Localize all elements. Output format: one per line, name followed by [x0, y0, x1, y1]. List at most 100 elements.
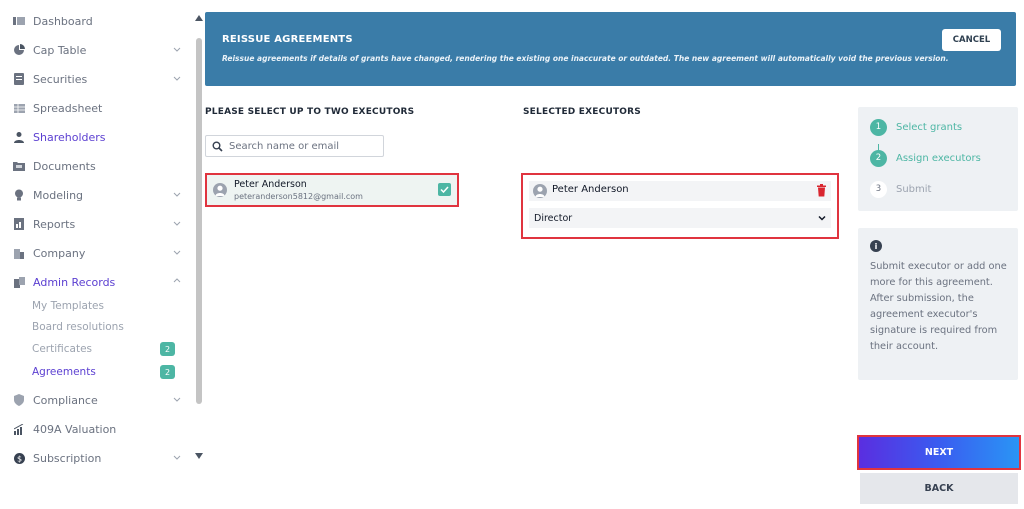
svg-text:$: $ — [16, 454, 21, 463]
building-icon — [12, 246, 26, 260]
chevron-down-icon — [173, 47, 181, 52]
pie-chart-icon — [12, 43, 26, 57]
selected-executor-card: Peter Anderson Director — [521, 173, 839, 239]
step-number: 1 — [870, 118, 887, 136]
role-select-value: Director — [534, 212, 573, 224]
sidebar-item-subscription[interactable]: $ Subscription — [12, 447, 190, 469]
avatar-icon — [213, 183, 227, 197]
chevron-down-icon — [173, 397, 181, 402]
info-panel: i Submit executor or add one more for th… — [858, 228, 1018, 380]
checkmark-icon — [440, 186, 449, 193]
valuation-icon — [12, 422, 26, 436]
scrollbar-thumb[interactable] — [196, 38, 202, 404]
records-icon — [12, 275, 26, 289]
app-root: Dashboard Cap Table Securities Spreadshe… — [0, 0, 1024, 509]
page-title: REISSUE AGREEMENTS — [222, 34, 353, 45]
sidebar-item-409a-valuation[interactable]: 409A Valuation — [12, 418, 190, 440]
avatar-icon — [533, 184, 547, 198]
step-assign-executors: 2 Assign executors — [870, 148, 981, 168]
sidebar-item-compliance[interactable]: Compliance — [12, 389, 190, 411]
dollar-icon: $ — [12, 451, 26, 465]
sidebar-item-label: Reports — [33, 217, 76, 231]
executor-email: peteranderson5812@gmail.com — [234, 192, 363, 201]
sidebar-item-label: Cap Table — [33, 43, 87, 57]
sidebar-scrollbar[interactable] — [196, 14, 202, 454]
chevron-down-icon — [818, 215, 826, 221]
report-icon — [12, 217, 26, 231]
sidebar-item-label: Shareholders — [33, 130, 106, 144]
sub-item-label: Certificates — [32, 343, 93, 355]
next-button[interactable]: NEXT — [857, 435, 1021, 470]
reissue-banner: REISSUE AGREEMENTS Reissue agreements if… — [205, 12, 1016, 86]
step-number: 3 — [870, 180, 887, 198]
trash-icon[interactable] — [816, 184, 827, 197]
sidebar-item-label: Dashboard — [33, 14, 93, 28]
document-icon — [12, 72, 26, 86]
executor-checkbox[interactable] — [438, 183, 451, 196]
person-icon — [12, 130, 26, 144]
sidebar-item-modeling[interactable]: Modeling — [12, 184, 190, 206]
sub-item-agreements[interactable]: Agreements 2 — [32, 363, 175, 381]
cancel-button[interactable]: CANCEL — [942, 29, 1001, 51]
search-field[interactable] — [205, 135, 384, 157]
sidebar-item-reports[interactable]: Reports — [12, 213, 190, 235]
sidebar-item-dashboard[interactable]: Dashboard — [12, 10, 190, 32]
select-executors-heading: PLEASE SELECT UP TO TWO EXECUTORS — [205, 107, 415, 117]
step-number: 2 — [870, 149, 887, 167]
sidebar-item-cap-table[interactable]: Cap Table — [12, 39, 190, 61]
sidebar-item-label: Company — [33, 246, 86, 260]
sidebar-item-label: Documents — [33, 159, 96, 173]
spreadsheet-icon — [12, 101, 26, 115]
sidebar-item-documents[interactable]: Documents — [12, 155, 190, 177]
count-badge: 2 — [160, 342, 175, 356]
selected-executors-heading: SELECTED EXECUTORS — [523, 107, 641, 117]
sidebar-item-spreadsheet[interactable]: Spreadsheet — [12, 97, 190, 119]
sub-item-board-resolutions[interactable]: Board resolutions — [32, 318, 172, 336]
sidebar-item-label: Securities — [33, 72, 88, 86]
step-submit: 3 Submit — [870, 179, 931, 199]
progress-steps: 1 Select grants 2 Assign executors 3 Sub… — [858, 107, 1018, 211]
back-button[interactable]: BACK — [860, 473, 1018, 504]
sub-item-my-templates[interactable]: My Templates — [32, 297, 172, 315]
chevron-down-icon — [173, 250, 181, 255]
scroll-down-arrow-icon[interactable] — [194, 452, 204, 460]
executor-role-select[interactable]: Director — [529, 208, 831, 228]
sub-item-label: My Templates — [32, 300, 104, 312]
selected-executor-row: Peter Anderson — [529, 181, 831, 201]
sidebar: Dashboard Cap Table Securities Spreadshe… — [0, 0, 196, 509]
search-icon — [212, 141, 223, 152]
sidebar-item-label: Admin Records — [33, 275, 116, 289]
sidebar-item-label: Subscription — [33, 451, 102, 465]
executor-name: Peter Anderson — [234, 179, 307, 190]
sidebar-item-securities[interactable]: Securities — [12, 68, 190, 90]
sidebar-item-admin-records[interactable]: Admin Records — [12, 271, 190, 293]
sidebar-item-company[interactable]: Company — [12, 242, 190, 264]
step-label: Select grants — [896, 121, 963, 133]
step-label: Assign executors — [896, 152, 981, 164]
chevron-down-icon — [173, 455, 181, 460]
chevron-down-icon — [173, 76, 181, 81]
sidebar-item-label: Spreadsheet — [33, 101, 103, 115]
sidebar-item-label: 409A Valuation — [33, 422, 117, 436]
folder-icon — [12, 159, 26, 173]
sub-item-certificates[interactable]: Certificates 2 — [32, 340, 175, 358]
count-badge: 2 — [160, 365, 175, 379]
sidebar-item-label: Compliance — [33, 393, 98, 407]
search-input[interactable] — [229, 140, 379, 152]
chevron-down-icon — [173, 221, 181, 226]
step-select-grants: 1 Select grants — [870, 117, 962, 137]
step-label: Submit — [896, 183, 932, 195]
info-text: Submit executor or add one more for this… — [870, 261, 1007, 352]
info-icon: i — [870, 240, 882, 252]
sidebar-item-shareholders[interactable]: Shareholders — [12, 126, 190, 148]
shield-icon — [12, 393, 26, 407]
sub-item-label: Agreements — [32, 366, 96, 378]
dashboard-icon — [12, 14, 26, 28]
executor-candidate-row[interactable]: Peter Anderson peteranderson5812@gmail.c… — [205, 173, 459, 207]
sidebar-item-label: Modeling — [33, 188, 84, 202]
sub-item-label: Board resolutions — [32, 321, 124, 333]
bulb-icon — [12, 188, 26, 202]
selected-executor-name: Peter Anderson — [552, 184, 629, 195]
chevron-up-icon — [173, 278, 181, 283]
chevron-down-icon — [173, 192, 181, 197]
